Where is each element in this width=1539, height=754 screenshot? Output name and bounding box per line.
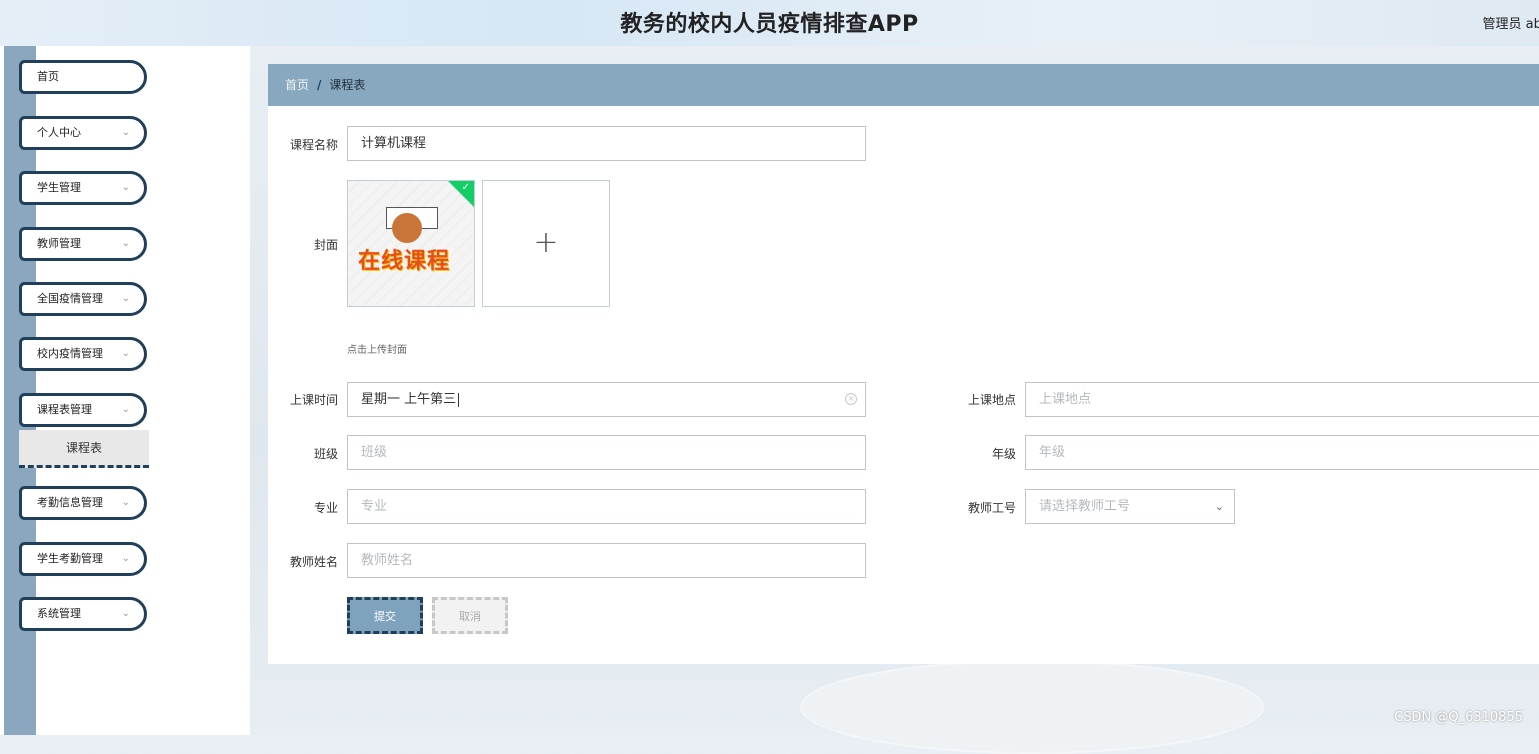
chevron-down-icon: ⌄	[122, 545, 130, 573]
class-input[interactable]: 班级	[347, 435, 866, 470]
sidebar-item-label: 考勤信息管理	[37, 496, 103, 509]
cover-image-text: 在线课程	[358, 243, 450, 275]
location-input[interactable]: 上课地点	[1025, 382, 1539, 417]
sidebar-item-national-epidemic[interactable]: 全国疫情管理 ⌄	[19, 282, 147, 316]
cover-label: 封面	[268, 236, 338, 253]
upload-tip: 点击上传封面	[347, 341, 407, 356]
upload-add-button[interactable]: +	[482, 180, 610, 307]
sidebar-item-label: 课程表管理	[37, 403, 92, 416]
teacher-id-placeholder: 请选择教师工号	[1039, 499, 1130, 514]
cover-thumbnail[interactable]: 在线课程 ✓	[347, 180, 475, 307]
sidebar-subitem-schedule[interactable]: 课程表	[19, 430, 149, 468]
sidebar-item-home[interactable]: 首页	[19, 60, 147, 94]
chevron-down-icon: ⌄	[122, 285, 130, 313]
grade-input[interactable]: 年级	[1025, 435, 1539, 470]
sidebar-item-campus-epidemic[interactable]: 校内疫情管理 ⌄	[19, 337, 147, 371]
sidebar-item-label: 学生管理	[37, 181, 81, 194]
breadcrumb-home[interactable]: 首页	[285, 78, 309, 92]
course-name-value: 计算机课程	[361, 136, 426, 151]
breadcrumb-current: 课程表	[329, 78, 365, 92]
class-time-label: 上课时间	[268, 391, 338, 408]
sidebar-item-student-management[interactable]: 学生管理 ⌄	[19, 171, 147, 205]
major-placeholder: 专业	[361, 499, 387, 514]
check-icon: ✓	[462, 182, 470, 193]
chevron-down-icon: ⌄	[1215, 490, 1224, 523]
watermark: CSDN @Q_6310855	[1394, 710, 1523, 725]
teacher-name-placeholder: 教师姓名	[361, 553, 413, 568]
app-title: 教务的校内人员疫情排查APP	[0, 6, 1539, 38]
sidebar-item-label: 个人中心	[37, 126, 81, 139]
sidebar-item-label: 全国疫情管理	[37, 292, 103, 305]
teacher-id-select[interactable]: 请选择教师工号 ⌄	[1025, 489, 1235, 524]
class-placeholder: 班级	[361, 445, 387, 460]
breadcrumb-separator: /	[317, 78, 321, 92]
class-label: 班级	[268, 445, 338, 462]
location-placeholder: 上课地点	[1039, 392, 1091, 407]
teacher-name-input[interactable]: 教师姓名	[347, 543, 866, 578]
course-name-label: 课程名称	[268, 136, 338, 153]
cancel-button[interactable]: 取消	[432, 597, 508, 634]
chevron-down-icon: ⌄	[122, 396, 130, 424]
submit-button[interactable]: 提交	[347, 597, 423, 634]
sidebar-item-attendance-info[interactable]: 考勤信息管理 ⌄	[19, 486, 147, 520]
major-input[interactable]: 专业	[347, 489, 866, 524]
chevron-down-icon: ⌄	[122, 600, 130, 628]
teacher-id-label: 教师工号	[946, 499, 1016, 516]
sidebar-item-schedule-management[interactable]: 课程表管理 ⌄	[19, 393, 147, 427]
chevron-down-icon: ⌄	[122, 174, 130, 202]
chevron-down-icon: ⌄	[122, 340, 130, 368]
breadcrumb: 首页 / 课程表	[268, 64, 1539, 106]
sidebar-item-system-management[interactable]: 系统管理 ⌄	[19, 597, 147, 631]
class-time-input[interactable]: 星期一 上午第三 ×	[347, 382, 866, 417]
sidebar-item-teacher-management[interactable]: 教师管理 ⌄	[19, 227, 147, 261]
location-label: 上课地点	[946, 391, 1016, 408]
sidebar-item-label: 系统管理	[37, 607, 81, 620]
cover-image-figure	[392, 213, 422, 243]
teacher-name-label: 教师姓名	[268, 553, 338, 570]
grade-label: 年级	[946, 445, 1016, 462]
text-cursor	[458, 393, 459, 407]
grade-placeholder: 年级	[1039, 445, 1065, 460]
class-time-value: 星期一 上午第三	[361, 392, 456, 407]
clear-icon[interactable]: ×	[845, 393, 857, 405]
major-label: 专业	[268, 499, 338, 516]
chevron-down-icon: ⌄	[122, 230, 130, 258]
background-decoration	[800, 660, 1264, 754]
chevron-down-icon: ⌄	[122, 489, 130, 517]
chevron-down-icon: ⌄	[122, 119, 130, 147]
course-name-input[interactable]: 计算机课程	[347, 126, 866, 161]
sidebar-item-label: 校内疫情管理	[37, 347, 103, 360]
user-info[interactable]: 管理员 abc	[1483, 13, 1539, 32]
sidebar-item-personal-center[interactable]: 个人中心 ⌄	[19, 116, 147, 150]
sidebar-item-student-attendance[interactable]: 学生考勤管理 ⌄	[19, 542, 147, 576]
sidebar-item-label: 学生考勤管理	[37, 552, 103, 565]
sidebar-item-label: 教师管理	[37, 237, 81, 250]
sidebar-item-label: 首页	[37, 70, 59, 83]
top-header: 教务的校内人员疫情排查APP 管理员 abc	[0, 0, 1539, 46]
